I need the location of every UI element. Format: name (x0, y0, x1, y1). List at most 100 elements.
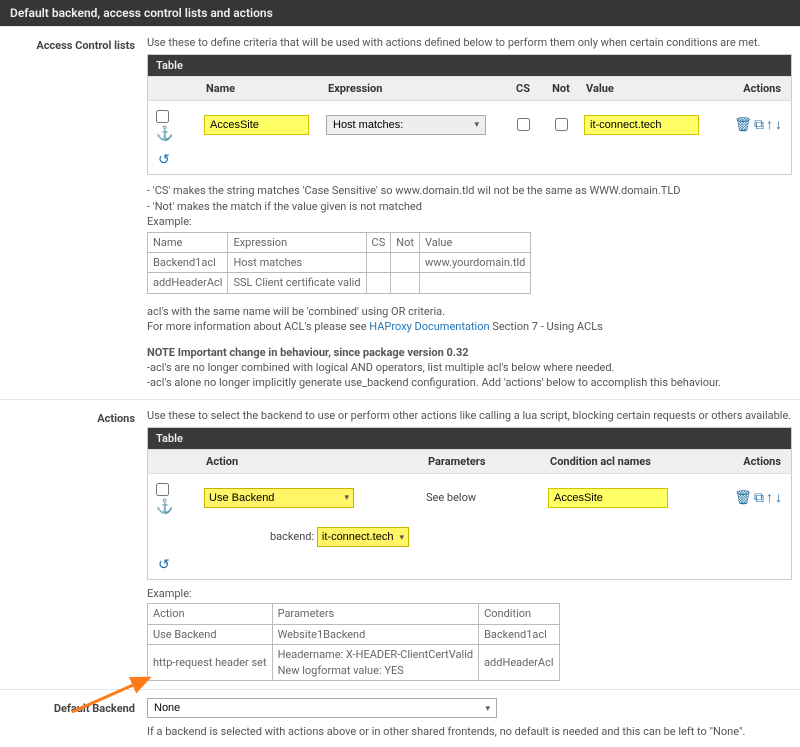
actions-example-table: Action Parameters Condition Use Backend … (147, 603, 560, 681)
action-condition-input[interactable] (548, 488, 668, 508)
anchor-icon[interactable]: ⚓ (156, 126, 173, 142)
acl-th-not: Not (542, 77, 580, 101)
action-parameters: See below (422, 474, 544, 522)
acl-th-actions: Actions (705, 77, 792, 101)
actions-section: Actions Use these to select the backend … (0, 399, 800, 689)
acl-table-title: Table (148, 55, 792, 77)
acl-value-input[interactable] (584, 115, 699, 135)
move-down-icon[interactable]: ↓ (775, 490, 782, 506)
actions-row-checkbox[interactable] (156, 483, 169, 496)
ex-th: Value (419, 232, 530, 252)
acl-not-checkbox[interactable] (555, 118, 568, 131)
acl-expression-value: Host matches: (333, 119, 403, 131)
ex-td: addHeaderAcl (479, 645, 559, 681)
chevron-down-icon: ▾ (399, 532, 404, 543)
ex-td (366, 252, 391, 272)
acl-help-doc: For more information about ACL's please … (147, 319, 792, 334)
acl-th-expr: Expression (322, 77, 504, 101)
action-value: Use Backend (209, 492, 274, 504)
acl-help-combined: acl's with the same name will be 'combin… (147, 304, 792, 319)
actions-table: Table Action Parameters Condition acl na… (147, 427, 792, 580)
ex-td (391, 252, 420, 272)
delete-icon[interactable]: 🗑 (734, 117, 752, 133)
ex-th: Not (391, 232, 420, 252)
acl-help-cs: - 'CS' makes the string matches 'Case Se… (147, 183, 792, 198)
ex-th: Expression (228, 232, 366, 252)
ex-th: Condition (479, 604, 559, 624)
acl-expression-select[interactable]: Host matches: ▾ (326, 115, 486, 135)
ex-td: Host matches (228, 252, 366, 272)
move-up-icon[interactable]: ↑ (766, 490, 773, 506)
default-backend-select[interactable]: None ▾ (147, 698, 497, 718)
haproxy-doc-link[interactable]: HAProxy Documentation (369, 320, 489, 333)
ex-td: http-request header set (148, 645, 273, 681)
chevron-down-icon: ▾ (344, 492, 349, 503)
actions-table-title: Table (148, 428, 792, 450)
actions-th-params: Parameters (422, 450, 544, 474)
ex-td: Backend1acl (148, 252, 228, 272)
actions-th-action: Action (200, 450, 422, 474)
ex-td (391, 273, 420, 293)
acl-help: - 'CS' makes the string matches 'Case Se… (147, 183, 792, 390)
ex-td: Backend1acl (479, 624, 559, 644)
acl-example-label: Example: (147, 214, 792, 229)
acl-th-name: Name (200, 77, 322, 101)
move-down-icon[interactable]: ↓ (775, 117, 782, 133)
backend-value: it-connect.tech (322, 531, 394, 543)
acl-note-1: -acl's are no longer combined with logic… (147, 360, 792, 375)
acl-note-2: -acl's alone no longer implicitly genera… (147, 375, 792, 390)
actions-th-cond: Condition acl names (544, 450, 705, 474)
actions-row-actions: 🗑⧉↑↓ (705, 474, 792, 522)
ex-td: Headername: X-HEADER-ClientCertValid New… (272, 645, 479, 681)
actions-th-actions: Actions (705, 450, 792, 474)
chevron-down-icon: ▾ (485, 703, 490, 714)
ex-th: Parameters (272, 604, 479, 624)
acl-row-checkbox[interactable] (156, 110, 169, 123)
ex-td: Website1Backend (272, 624, 479, 644)
actions-intro: Use these to select the backend to use o… (147, 408, 792, 423)
ex-td: addHeaderAcl (148, 273, 228, 293)
actions-backend-row: backend: it-connect.tech ▾ (148, 521, 792, 553)
undo-icon[interactable]: ↺ (154, 557, 174, 573)
ex-td: Use Backend (148, 624, 273, 644)
acl-section: Access Control lists Use these to define… (0, 26, 800, 399)
panel-heading: Default backend, access control lists an… (0, 0, 800, 26)
ex-td: SSL Client certificate valid (228, 273, 366, 293)
panel-title: Default backend, access control lists an… (10, 6, 273, 20)
delete-icon[interactable]: 🗑 (734, 490, 752, 506)
acl-row-actions: 🗑⧉↑↓ (705, 101, 792, 149)
action-select[interactable]: Use Backend ▾ (204, 488, 354, 508)
actions-help: Example: Action Parameters Condition Use… (147, 586, 792, 681)
acl-row: ⚓ Host matches: ▾ 🗑⧉↑↓ (148, 101, 792, 149)
ex-th: CS (366, 232, 391, 252)
copy-icon[interactable]: ⧉ (754, 490, 764, 506)
move-up-icon[interactable]: ↑ (766, 117, 773, 133)
acl-name-input[interactable] (204, 115, 309, 135)
default-backend-label: Default Backend (0, 694, 143, 715)
acl-th-value: Value (580, 77, 705, 101)
actions-example-label: Example: (147, 586, 792, 601)
backend-select[interactable]: it-connect.tech ▾ (317, 527, 409, 547)
ex-td: www.yourdomain.tld (419, 252, 530, 272)
ex-td (419, 273, 530, 293)
default-backend-help: If a backend is selected with actions ab… (147, 724, 792, 739)
backend-label: backend: (270, 530, 314, 543)
acl-note-heading: NOTE Important change in behaviour, sinc… (147, 345, 792, 360)
ex-th: Name (148, 232, 228, 252)
chevron-down-icon: ▾ (474, 119, 479, 130)
acl-th-cs: CS (504, 77, 542, 101)
acl-table: Table Name Expression CS Not Value Actio… (147, 54, 792, 175)
acl-label: Access Control lists (0, 31, 143, 52)
actions-label: Actions (0, 404, 143, 425)
default-backend-value: None (154, 702, 180, 714)
default-backend-section: Default Backend None ▾ If a backend is s… (0, 689, 800, 747)
acl-intro: Use these to define criteria that will b… (147, 35, 792, 50)
ex-th: Action (148, 604, 273, 624)
actions-row: ⚓ Use Backend ▾ See below 🗑⧉↑↓ (148, 474, 792, 522)
acl-cs-checkbox[interactable] (517, 118, 530, 131)
anchor-icon[interactable]: ⚓ (156, 499, 173, 515)
copy-icon[interactable]: ⧉ (754, 117, 764, 133)
undo-icon[interactable]: ↺ (154, 152, 174, 168)
acl-example-table: Name Expression CS Not Value Backend1acl… (147, 232, 531, 294)
ex-td (366, 273, 391, 293)
